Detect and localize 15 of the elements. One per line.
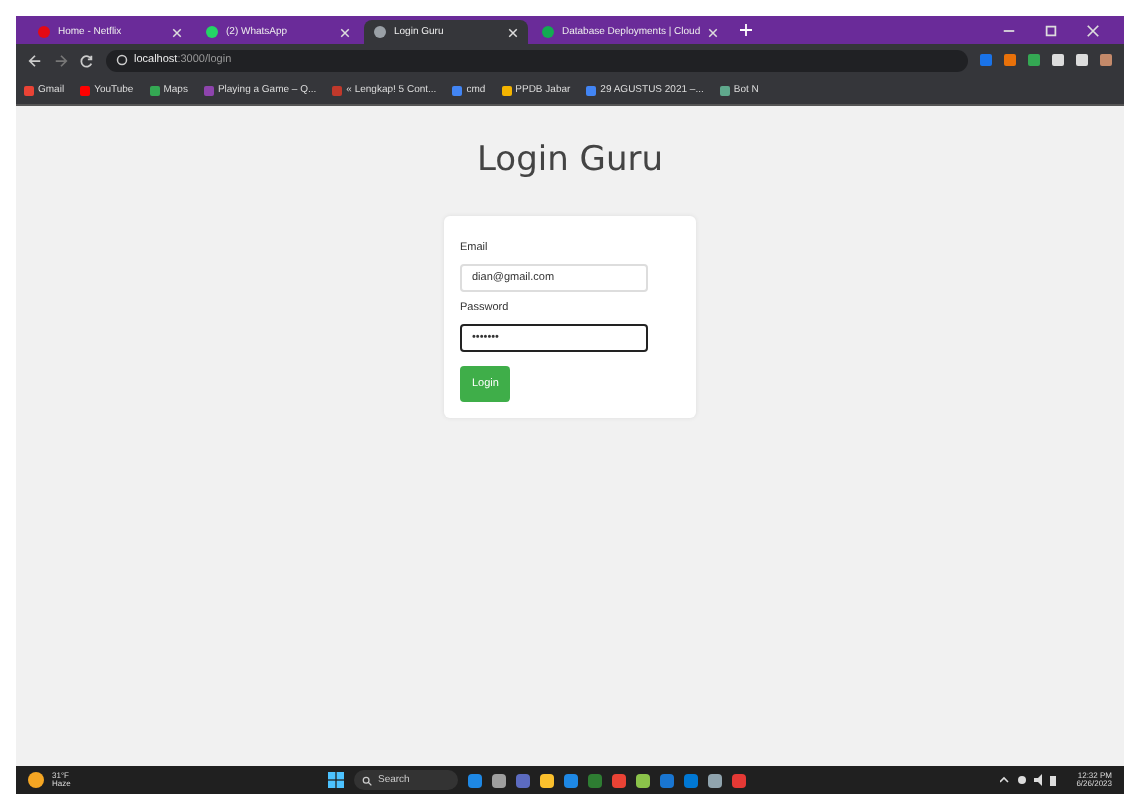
search-icon (362, 775, 372, 785)
reload-icon[interactable] (80, 53, 94, 67)
weather-icon (28, 772, 44, 788)
system-tray-icons[interactable] (1000, 774, 1061, 786)
close-icon[interactable] (340, 27, 350, 37)
back-icon[interactable] (28, 53, 42, 67)
close-icon[interactable] (508, 27, 518, 37)
close-icon[interactable] (708, 27, 719, 37)
close-icon[interactable] (1086, 23, 1100, 37)
forward-icon[interactable] (54, 53, 68, 67)
close-icon[interactable] (172, 27, 182, 37)
restore-icon[interactable] (1044, 23, 1058, 37)
start-icon[interactable] (328, 772, 344, 788)
page-heading: Login Guru (477, 140, 663, 180)
new-tab-icon[interactable] (740, 24, 753, 36)
